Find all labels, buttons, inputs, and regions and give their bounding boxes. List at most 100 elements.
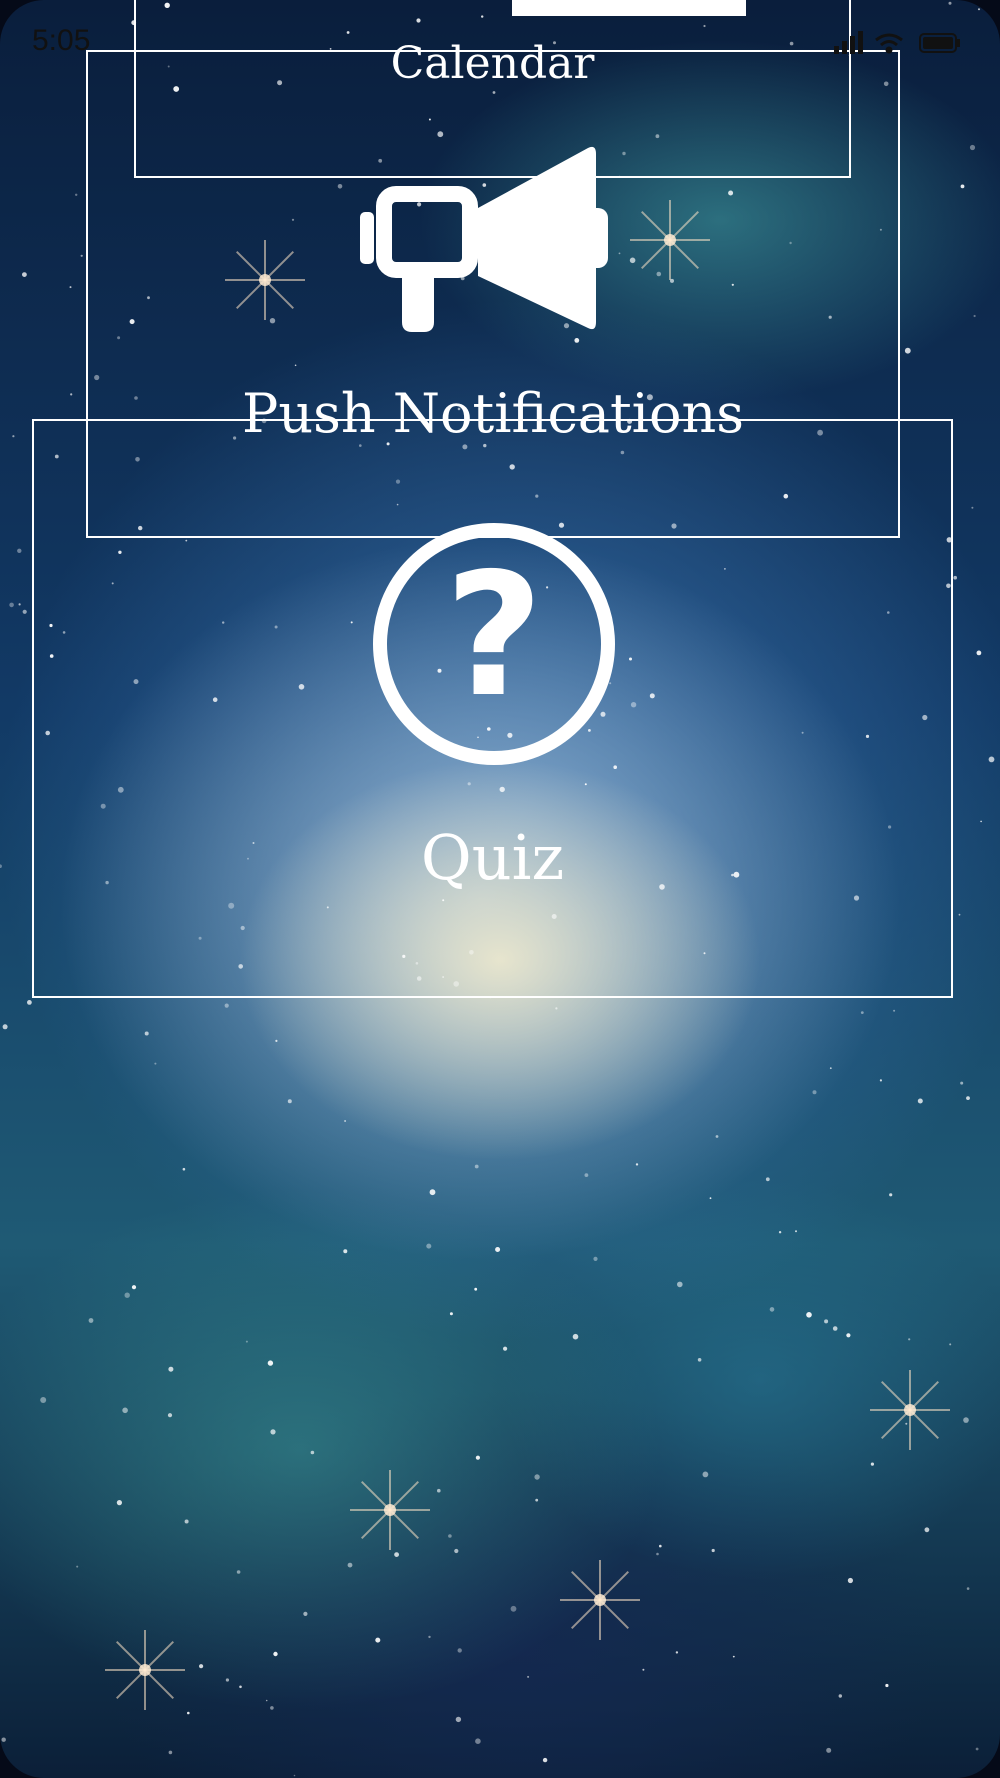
star bbox=[428, 1635, 431, 1639]
star bbox=[70, 393, 73, 396]
star bbox=[236, 1570, 241, 1574]
star bbox=[18, 603, 21, 606]
star bbox=[457, 1648, 462, 1653]
star bbox=[795, 1230, 797, 1233]
star bbox=[224, 1003, 229, 1008]
star bbox=[122, 1407, 128, 1414]
star bbox=[659, 1544, 662, 1548]
star bbox=[22, 609, 27, 614]
star bbox=[535, 1498, 539, 1502]
star bbox=[448, 1534, 452, 1538]
star bbox=[187, 1711, 190, 1715]
status-icons bbox=[834, 28, 964, 62]
question-circle-icon: ? bbox=[373, 523, 615, 765]
star bbox=[275, 1039, 278, 1042]
galaxy-background: 5:05 Calendar Push Notifications ? Quiz bbox=[0, 0, 1000, 1778]
star bbox=[495, 1247, 501, 1252]
star bbox=[267, 1360, 274, 1366]
star bbox=[846, 1333, 851, 1338]
star bbox=[824, 1319, 829, 1324]
star bbox=[225, 1678, 229, 1682]
star bbox=[769, 1307, 775, 1312]
star bbox=[168, 1750, 173, 1755]
star bbox=[510, 1605, 517, 1612]
star bbox=[988, 756, 995, 763]
star bbox=[829, 1067, 832, 1070]
star bbox=[144, 1031, 149, 1036]
star bbox=[310, 1450, 315, 1455]
quiz-card[interactable]: ? Quiz bbox=[32, 419, 953, 998]
star bbox=[889, 1193, 893, 1197]
star bbox=[40, 1397, 47, 1403]
star bbox=[715, 1135, 719, 1138]
star bbox=[732, 1655, 735, 1658]
star bbox=[375, 1637, 381, 1643]
star bbox=[572, 1333, 579, 1340]
star bbox=[474, 1164, 479, 1169]
star bbox=[847, 1577, 854, 1584]
star bbox=[503, 1346, 508, 1351]
star bbox=[270, 1429, 276, 1435]
star bbox=[303, 1611, 308, 1616]
star bbox=[656, 1552, 659, 1556]
star bbox=[168, 1366, 174, 1372]
signal-icon bbox=[834, 31, 863, 54]
star bbox=[904, 347, 911, 354]
quiz-label: Quiz bbox=[420, 821, 565, 894]
star bbox=[124, 1292, 130, 1298]
star bbox=[182, 1167, 186, 1171]
star bbox=[527, 1675, 530, 1678]
star bbox=[917, 1098, 923, 1104]
star bbox=[9, 602, 14, 608]
star bbox=[860, 1011, 864, 1014]
star bbox=[455, 1716, 462, 1723]
star bbox=[838, 1694, 842, 1698]
star bbox=[239, 1685, 242, 1689]
star bbox=[949, 1343, 952, 1346]
star bbox=[908, 1338, 911, 1341]
star bbox=[593, 1256, 598, 1261]
star bbox=[765, 1177, 770, 1182]
star bbox=[293, 1774, 296, 1777]
star bbox=[711, 1548, 715, 1553]
star bbox=[966, 1096, 970, 1100]
star bbox=[199, 1664, 204, 1669]
star bbox=[27, 1000, 32, 1005]
star bbox=[960, 184, 965, 189]
star bbox=[76, 1565, 79, 1568]
star bbox=[426, 1243, 432, 1249]
star bbox=[924, 1527, 930, 1533]
star bbox=[17, 548, 22, 553]
star bbox=[958, 913, 961, 916]
star bbox=[973, 314, 976, 318]
star bbox=[812, 1090, 817, 1095]
star bbox=[980, 820, 982, 823]
star bbox=[75, 193, 78, 196]
star bbox=[394, 1552, 399, 1557]
star bbox=[167, 1413, 173, 1418]
star bbox=[344, 1120, 347, 1122]
star bbox=[184, 1519, 189, 1524]
megaphone-icon bbox=[360, 146, 608, 332]
star bbox=[245, 1340, 248, 1343]
star bbox=[879, 1079, 883, 1082]
star bbox=[778, 1231, 782, 1234]
star bbox=[709, 1197, 712, 1200]
star bbox=[454, 1548, 459, 1554]
star bbox=[474, 1287, 478, 1291]
star bbox=[270, 1706, 274, 1710]
star bbox=[475, 1455, 480, 1460]
star bbox=[697, 1358, 702, 1362]
star bbox=[963, 1417, 969, 1423]
star bbox=[702, 1471, 709, 1478]
status-bar: 5:05 bbox=[0, 0, 1000, 80]
star bbox=[960, 1081, 964, 1085]
star bbox=[273, 1651, 278, 1657]
star bbox=[12, 435, 15, 438]
star bbox=[832, 1326, 838, 1331]
star bbox=[437, 1488, 441, 1493]
star bbox=[675, 1651, 679, 1654]
star-flare bbox=[870, 1370, 950, 1450]
svg-text:?: ? bbox=[445, 537, 544, 735]
star bbox=[116, 1500, 122, 1506]
